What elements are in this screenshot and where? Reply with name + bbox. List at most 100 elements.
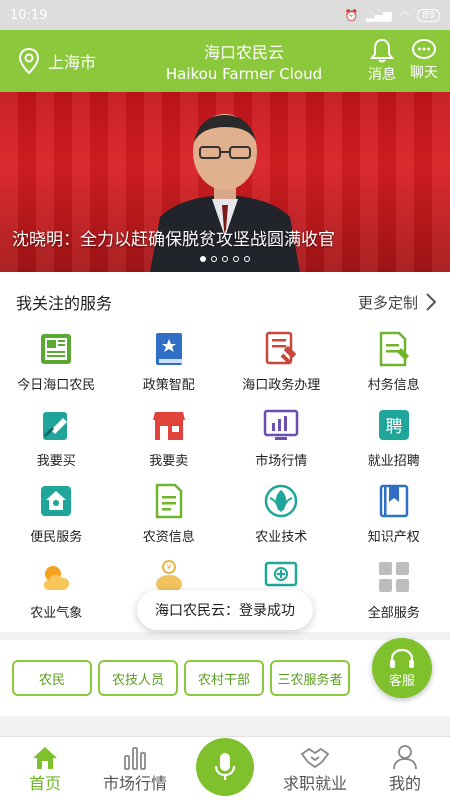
carousel-dot[interactable]: [222, 256, 228, 262]
tab-jobs[interactable]: 求职就业: [270, 737, 360, 800]
service-convenience[interactable]: 便民服务: [0, 482, 113, 548]
service-label: 村务信息: [367, 378, 420, 393]
service-policy-match[interactable]: 政策智配: [113, 330, 226, 396]
customer-service-label: 客服: [388, 673, 415, 689]
bar-chart-icon: [124, 747, 146, 770]
service-haikou-gov-affairs[interactable]: 海口政务办理: [225, 330, 338, 396]
service-label: 全部服务: [367, 606, 420, 621]
chat-bubble-icon: [412, 39, 436, 59]
service-label: 便民服务: [30, 530, 83, 545]
role-sannong-servicer[interactable]: 三农服务者: [270, 660, 350, 696]
home-icon: [33, 747, 57, 769]
status-time: 10:19: [10, 7, 48, 23]
alarm-icon: ⏰: [344, 8, 359, 22]
service-market-quotes[interactable]: 市场行情: [225, 406, 338, 472]
service-agri-weather[interactable]: 农业气象: [0, 558, 113, 624]
services-grid: 今日海口农民 政策智配 海口政务办理 村务信息 我要买 我要卖 市场行情 聘 就…: [0, 324, 450, 624]
service-today-haikou-farmer[interactable]: 今日海口农民: [0, 330, 113, 396]
signal-icon: ▂▄▆: [366, 8, 392, 22]
voice-button-wrap: [180, 737, 270, 796]
service-farm-supply[interactable]: 农资信息: [113, 482, 226, 548]
services-title: 我关注的服务: [16, 294, 113, 313]
carousel-dot[interactable]: [233, 256, 239, 262]
service-label: 市场行情: [255, 454, 308, 469]
carousel-dots: [0, 256, 450, 262]
service-label: 我要买: [36, 454, 76, 469]
bell-icon: [370, 38, 394, 63]
customer-service-button[interactable]: 客服: [372, 638, 432, 698]
handshake-icon: [300, 747, 330, 769]
role-selector: 农民 农技人员 农村干部 三农服务者 客服: [0, 638, 450, 716]
tab-home-label: 首页: [28, 774, 61, 793]
service-buy[interactable]: 我要买: [0, 406, 113, 472]
service-recruitment[interactable]: 聘 就业招聘: [338, 406, 450, 472]
service-ip[interactable]: 知识产权: [338, 482, 450, 548]
chat-button[interactable]: 聊天: [410, 38, 438, 84]
tab-jobs-label: 求职就业: [282, 774, 347, 793]
app-header: 上海市 海口农民云 Haikou Farmer Cloud 消息 聊天: [0, 30, 450, 92]
battery-indicator: 89: [417, 8, 440, 22]
market-chart-icon: [264, 409, 299, 440]
recruit-icon: 聘: [378, 410, 409, 440]
svg-text:聘: 聘: [385, 417, 402, 437]
service-label: 海口政务办理: [242, 378, 321, 393]
tab-mine-label: 我的: [388, 774, 421, 793]
service-sell[interactable]: 我要卖: [113, 406, 226, 472]
tab-mine[interactable]: 我的: [360, 737, 450, 800]
banner-caption: 沈晓明：全力以赶确保脱贫攻坚战圆满收官: [12, 230, 335, 250]
weather-icon: [44, 566, 70, 590]
wifi-icon: ◠: [399, 8, 410, 22]
service-label: 农资信息: [142, 530, 195, 545]
policy-book-icon: [155, 333, 182, 365]
app-title-en: Haikou Farmer Cloud: [165, 65, 323, 83]
farm-supply-icon: [155, 483, 182, 519]
messages-button[interactable]: 消息: [368, 38, 396, 84]
village-doc-icon: [379, 331, 409, 367]
ip-bookmark-icon: [379, 484, 408, 518]
carousel-dot[interactable]: [244, 256, 250, 262]
bottom-tab-bar: 首页 市场行情 求职就业 我的: [0, 736, 450, 800]
status-bar: 10:19 ⏰ ▂▄▆ ◠ 89: [0, 0, 450, 30]
gov-affairs-icon: [266, 331, 297, 365]
home-service-icon: [41, 486, 72, 516]
service-label: 农业气象: [30, 606, 83, 621]
service-label: 农业技术: [255, 530, 308, 545]
tab-market[interactable]: 市场行情: [90, 737, 180, 800]
app-title-cn: 海口农民云: [203, 43, 284, 62]
voice-input-button[interactable]: [196, 737, 254, 796]
svg-text:¥: ¥: [166, 563, 171, 572]
chevron-right-icon: [426, 293, 436, 311]
service-label: 政策智配: [142, 378, 195, 393]
login-success-toast: 海口农民云：登录成功: [137, 590, 313, 630]
store-icon: [152, 412, 185, 440]
agri-tech-icon: [265, 484, 298, 518]
newspaper-icon: [41, 334, 72, 364]
tab-home[interactable]: 首页: [0, 737, 90, 800]
role-agri-technician[interactable]: 农技人员: [98, 660, 178, 696]
news-banner[interactable]: 沈晓明：全力以赶确保脱贫攻坚战圆满收官: [0, 92, 450, 272]
role-farmer[interactable]: 农民: [12, 660, 92, 696]
carousel-dot[interactable]: [200, 256, 206, 262]
service-all[interactable]: 全部服务: [338, 558, 450, 624]
location-pin-icon: [18, 48, 40, 74]
service-label: 知识产权: [367, 530, 420, 545]
chat-label: 聊天: [410, 65, 438, 81]
followed-services: 我关注的服务 更多定制 今日海口农民 政策智配 海口政务办理 村务信息 我要买: [0, 272, 450, 632]
role-village-cadre[interactable]: 农村干部: [184, 660, 264, 696]
location-label: 上海市: [48, 53, 97, 72]
status-icons: ⏰ ▂▄▆ ◠ 89: [344, 8, 440, 22]
buy-card-icon: [43, 412, 68, 440]
service-label: 就业招聘: [367, 454, 420, 469]
more-customize-link[interactable]: 更多定制: [358, 292, 436, 313]
location-selector[interactable]: 上海市: [0, 48, 120, 74]
carousel-dot[interactable]: [211, 256, 217, 262]
messages-label: 消息: [368, 67, 396, 83]
service-agri-tech[interactable]: 农业技术: [225, 482, 338, 548]
app-title: 海口农民云 Haikou Farmer Cloud: [120, 39, 368, 83]
all-services-icon: [378, 562, 409, 592]
headset-icon: [390, 648, 414, 668]
service-label: 今日海口农民: [17, 378, 96, 393]
service-village-info[interactable]: 村务信息: [338, 330, 450, 396]
tab-market-label: 市场行情: [102, 774, 167, 793]
microphone-icon: [214, 752, 236, 780]
